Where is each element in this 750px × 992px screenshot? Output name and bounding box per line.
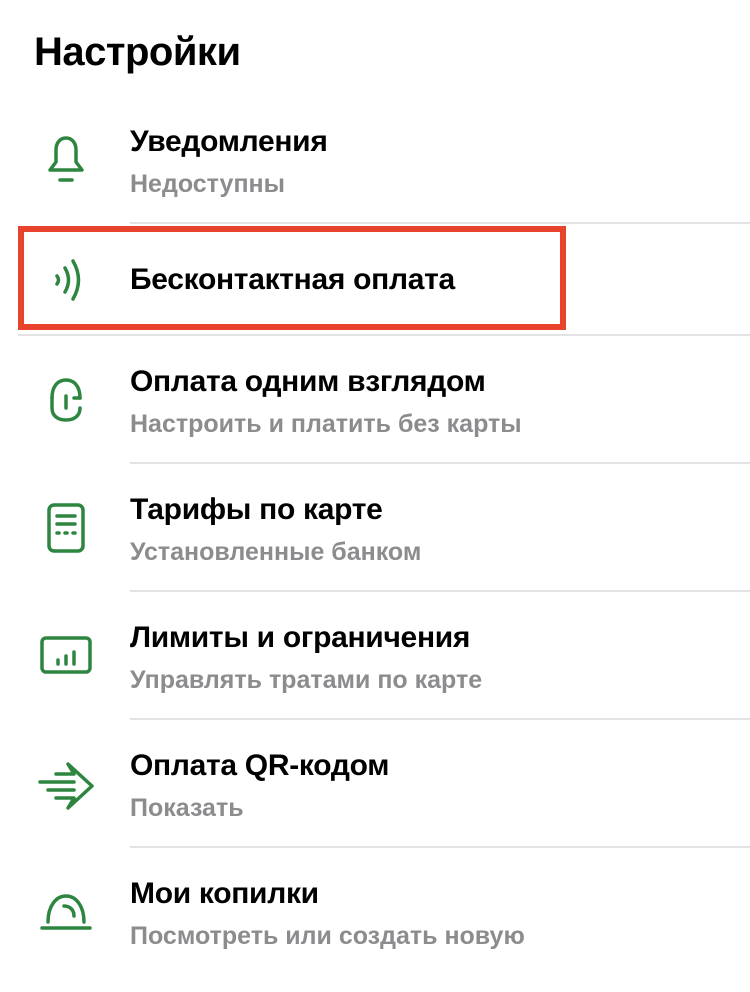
settings-item-title: Лимиты и ограничения [130, 621, 471, 654]
qr-payment-arrow-icon [34, 752, 98, 816]
settings-item-subtitle: Управлять тратами по карте [130, 666, 483, 694]
contactless-icon [34, 248, 98, 312]
settings-item-title: Мои копилки [130, 877, 319, 910]
settings-item-title: Оплата одним взглядом [130, 365, 486, 398]
limits-chart-icon [34, 624, 98, 688]
settings-item-title: Бесконтактная оплата [130, 263, 455, 296]
settings-item-card-tariffs[interactable]: Тарифы по карте Установленные банком [0, 464, 750, 592]
settings-item-subtitle: Показать [130, 794, 244, 822]
settings-item-limits[interactable]: Лимиты и ограничения Управлять тратами п… [0, 592, 750, 720]
settings-item-subtitle: Недоступны [130, 170, 285, 198]
settings-item-subtitle: Настроить и платить без карты [130, 410, 522, 438]
face-id-icon [34, 368, 98, 432]
settings-item-title: Оплата QR-кодом [130, 749, 390, 782]
settings-item-contactless-payment[interactable]: Бесконтактная оплата [0, 224, 750, 336]
page-title: Настройки [34, 30, 241, 74]
settings-item-subtitle: Установленные банком [130, 538, 422, 566]
settings-list: Уведомления Недоступны Бесконтактная опл… [0, 96, 750, 976]
piggy-bank-icon [34, 880, 98, 944]
settings-item-face-pay[interactable]: Оплата одним взглядом Настроить и платит… [0, 336, 750, 464]
settings-item-notifications[interactable]: Уведомления Недоступны [0, 96, 750, 224]
bell-icon [34, 128, 98, 192]
settings-item-subtitle: Посмотреть или создать новую [130, 922, 525, 950]
settings-item-title: Тарифы по карте [130, 493, 383, 526]
settings-item-qr-payment[interactable]: Оплата QR-кодом Показать [0, 720, 750, 848]
settings-item-title: Уведомления [130, 125, 328, 158]
tariff-document-icon [34, 496, 98, 560]
settings-item-piggy-banks[interactable]: Мои копилки Посмотреть или создать новую [0, 848, 750, 976]
